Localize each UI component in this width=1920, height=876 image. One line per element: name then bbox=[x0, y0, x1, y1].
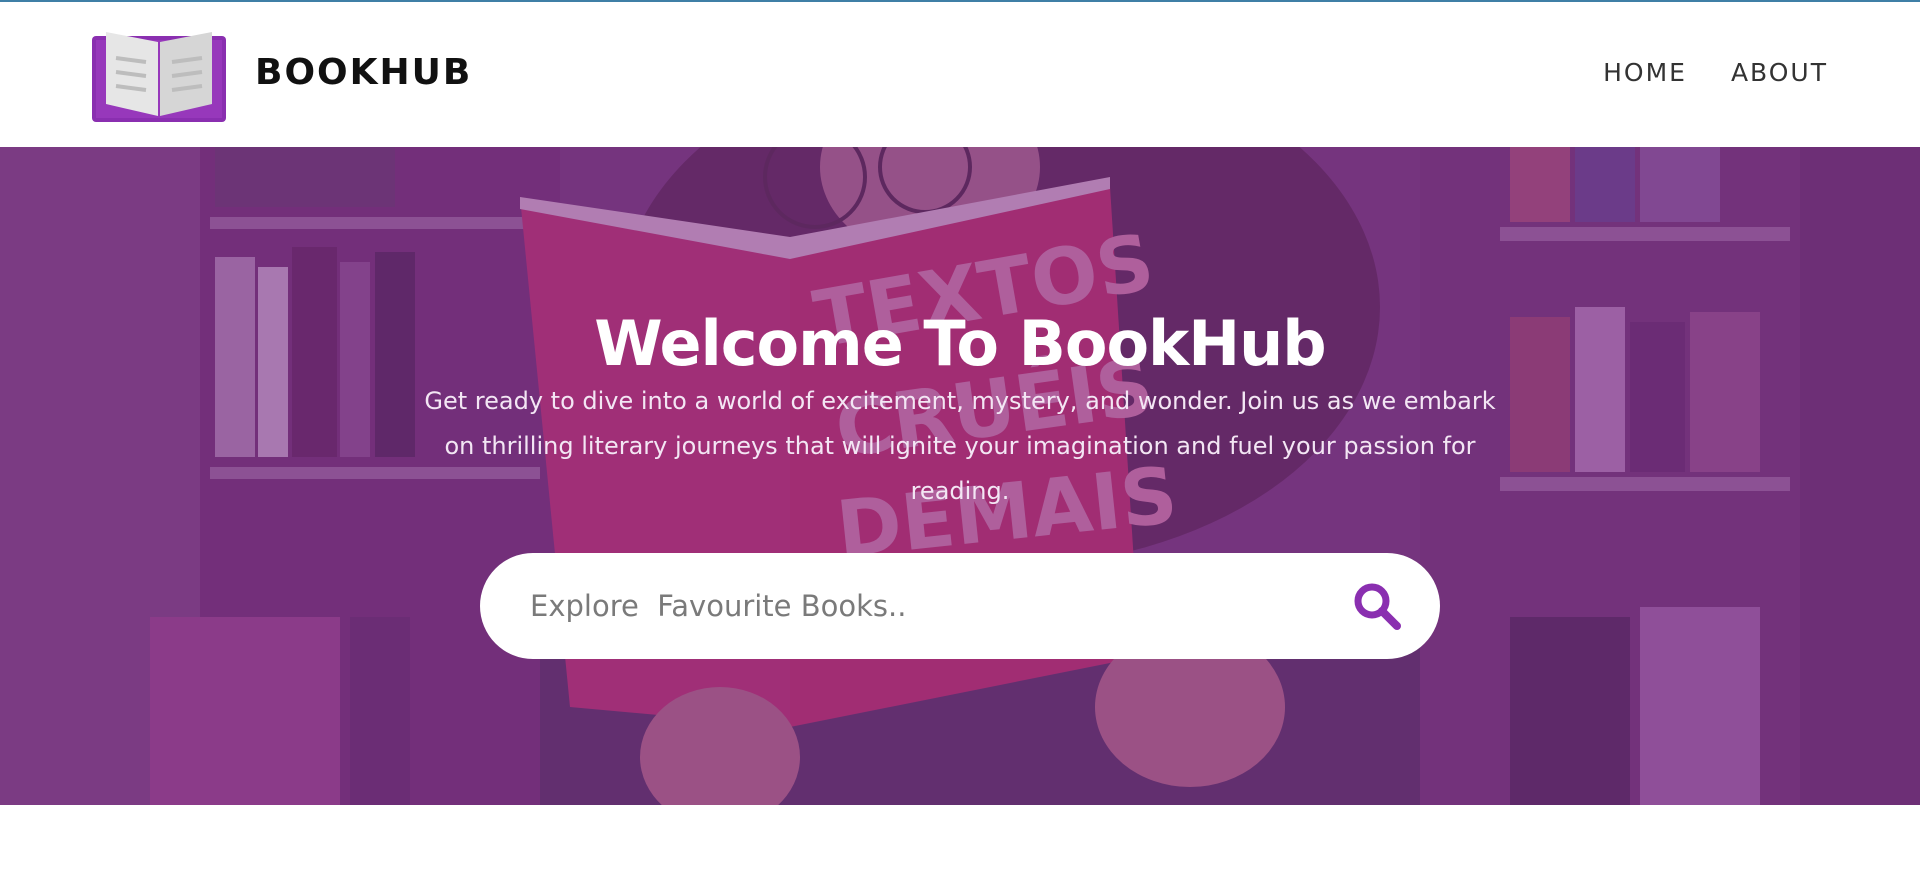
search-icon[interactable] bbox=[1352, 581, 1402, 631]
search-bar bbox=[480, 553, 1440, 659]
hero-banner: TEXTOS CRUÉIS DEMAIS Welcome To BookHub … bbox=[0, 147, 1920, 805]
nav-about-link[interactable]: ABOUT bbox=[1731, 58, 1828, 87]
main-nav: HOME ABOUT bbox=[1603, 58, 1828, 87]
hero-subtitle: Get ready to dive into a world of excite… bbox=[424, 387, 1496, 505]
hero-title: Welcome To BookHub bbox=[594, 307, 1326, 380]
page: BOOKHUB HOME ABOUT Welcome To BookHub Ge… bbox=[0, 0, 1920, 876]
site-header: BOOKHUB HOME ABOUT bbox=[0, 2, 1920, 147]
search-input[interactable] bbox=[530, 553, 1310, 659]
nav-home-link[interactable]: HOME bbox=[1603, 58, 1687, 87]
logo-book-icon[interactable] bbox=[92, 28, 226, 122]
brand-name[interactable]: BOOKHUB bbox=[255, 52, 472, 93]
